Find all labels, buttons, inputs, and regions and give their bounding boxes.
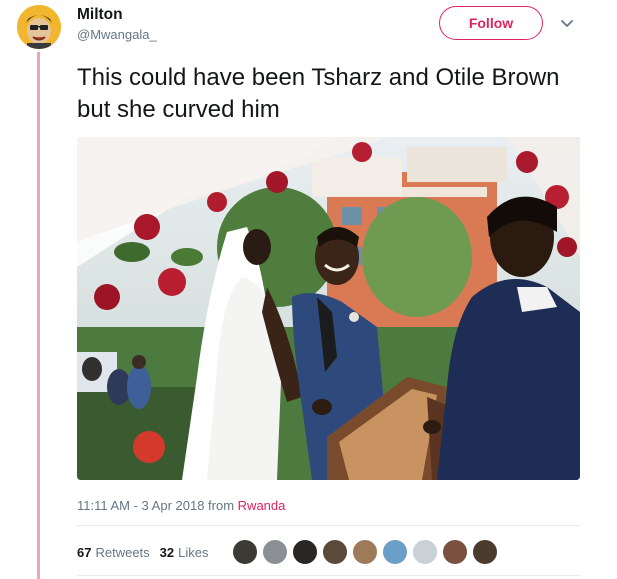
liker-avatar[interactable] [472, 539, 498, 565]
likes-label: Likes [178, 544, 209, 560]
retweets-count: 67 [77, 544, 92, 560]
likers-avatars [232, 539, 502, 565]
retweets-label: Retweets [95, 544, 150, 560]
likes-count: 32 [159, 544, 175, 560]
avatar-cartoon-icon [17, 5, 61, 49]
user-handle[interactable]: @Mwangala_ [77, 27, 157, 42]
tweet-stats: 67 Retweets 32 Likes [77, 540, 219, 564]
divider [77, 525, 580, 526]
tweet-text: This could have been Tsharz and Otile Br… [77, 64, 560, 123]
liker-avatar[interactable] [262, 539, 288, 565]
liker-avatar[interactable] [292, 539, 318, 565]
avatar[interactable] [17, 5, 61, 49]
timestamp[interactable]: 11:11 AM - 3 Apr 2018 from [77, 498, 238, 513]
likes-stat[interactable]: 32 Likes [160, 545, 209, 560]
liker-avatar[interactable] [412, 539, 438, 565]
wedding-photo-image [77, 137, 580, 480]
thread-line [37, 52, 40, 579]
liker-avatar[interactable] [232, 539, 258, 565]
tweet-header: Milton @Mwangala_ [77, 6, 157, 42]
follow-button[interactable]: Follow [439, 6, 543, 40]
liker-avatar[interactable] [352, 539, 378, 565]
liker-avatar[interactable] [322, 539, 348, 565]
liker-avatar[interactable] [442, 539, 468, 565]
tweet-meta: 11:11 AM - 3 Apr 2018 from Rwanda [77, 498, 285, 513]
display-name[interactable]: Milton [77, 6, 157, 24]
liker-avatar[interactable] [382, 539, 408, 565]
chevron-down-icon[interactable] [558, 14, 576, 32]
tweet-photo[interactable] [77, 137, 580, 480]
divider [77, 575, 580, 576]
location-link[interactable]: Rwanda [238, 498, 286, 513]
retweets-stat[interactable]: 67 Retweets [77, 545, 150, 560]
